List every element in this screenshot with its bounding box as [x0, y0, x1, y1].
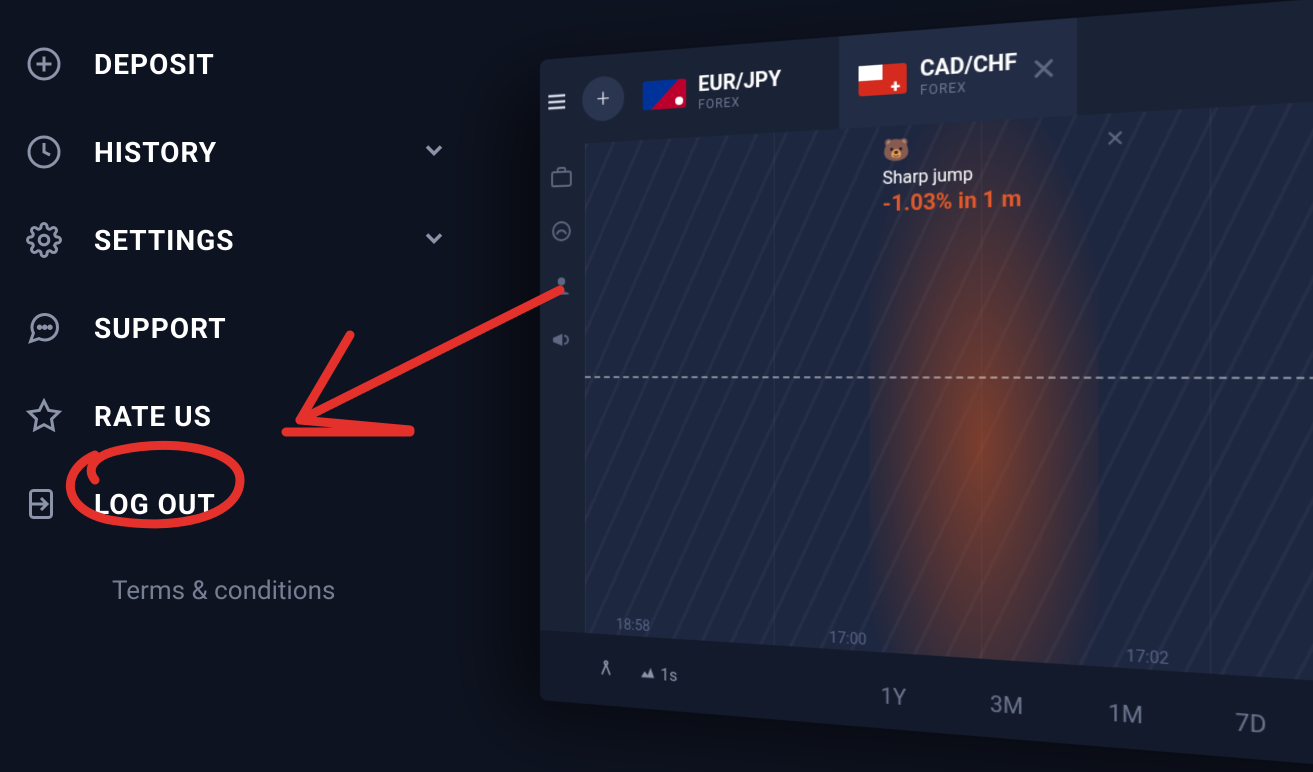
terms-link[interactable]: Terms & conditions [112, 576, 496, 606]
tab-cad-chf[interactable]: CAD/CHF FOREX ✕ [839, 18, 1077, 129]
chart-body[interactable]: ✕ 🐻 Sharp jump -1.03% in 1 m 0.77498 0.7… [585, 86, 1313, 699]
close-tab-icon[interactable]: ✕ [1023, 49, 1065, 89]
menu-item-deposit[interactable]: DEPOSIT [24, 20, 496, 108]
flag-icon [643, 79, 686, 111]
tab-eur-jpy[interactable]: EUR/JPY FOREX [625, 36, 839, 141]
profile-icon[interactable] [550, 273, 574, 300]
timeframe-3m[interactable]: 3M [949, 675, 1065, 735]
menu-item-support[interactable]: SUPPORT [24, 284, 496, 372]
chevron-down-icon [420, 136, 448, 168]
menu-label: HISTORY [94, 136, 217, 169]
alert-highlight-zone [869, 114, 1098, 666]
menu-item-settings[interactable]: SETTINGS [24, 196, 496, 284]
clock-icon [24, 132, 64, 172]
menu-item-rate-us[interactable]: RATE US [24, 372, 496, 460]
timeframe-1y[interactable]: 1Y [839, 668, 949, 726]
candle-interval[interactable]: 1s [639, 663, 678, 685]
chevron-down-icon [420, 224, 448, 256]
candle-interval-label: 1s [660, 664, 677, 685]
bear-icon: 🐻 [883, 124, 1126, 163]
analysis-icon[interactable] [550, 219, 574, 246]
menu-toggle-icon[interactable] [541, 84, 573, 120]
menu-label: SUPPORT [94, 312, 227, 345]
add-tab-button[interactable]: + [582, 75, 624, 123]
chart-grid [585, 86, 1313, 699]
logout-icon [24, 484, 64, 524]
timeframe-1m[interactable]: 1M [1065, 683, 1187, 745]
time-axis: 18:58 17:00 17:02 [585, 609, 1313, 689]
menu-item-history[interactable]: HISTORY [24, 108, 496, 196]
briefcase-icon[interactable] [550, 164, 574, 191]
menu-label: SETTINGS [94, 224, 234, 257]
menu-item-log-out[interactable]: LOG OUT [24, 460, 496, 548]
close-alert-icon[interactable]: ✕ [1105, 124, 1125, 153]
flag-icon [859, 63, 907, 97]
chart-hatch-pattern [585, 86, 1313, 699]
alert-change: -1.03% in 1 m [883, 180, 1126, 216]
plus-circle-icon [24, 44, 64, 84]
chart-icon-rail [540, 143, 585, 633]
tab-bar: + EUR/JPY FOREX CAD/CHF FOREX ✕ [540, 0, 1313, 146]
gear-icon [24, 220, 64, 260]
star-icon [24, 396, 64, 436]
chart-panel-3d: $10000 DEMO + EUR/JPY FOREX [540, 0, 1313, 744]
timeframe-7d[interactable]: 7D [1187, 692, 1313, 756]
tab-pair-category: FOREX [920, 76, 1017, 98]
tab-pair-category: FOREX [698, 91, 781, 111]
tab-pair-label: CAD/CHF [920, 50, 1017, 79]
tab-pair-label: EUR/JPY [698, 67, 781, 94]
compass-icon[interactable] [596, 657, 615, 683]
time-tick: 17:02 [1126, 648, 1169, 669]
menu-label: DEPOSIT [94, 48, 215, 81]
current-price-line [585, 376, 1313, 380]
menu-label: LOG OUT [94, 488, 216, 521]
time-tick: 18:58 [616, 617, 650, 635]
chart-window: + EUR/JPY FOREX CAD/CHF FOREX ✕ [540, 0, 1313, 772]
menu-label: RATE US [94, 400, 212, 433]
timeframe-bar: 1s 1Y 3M 1M 7D 1D 6m [540, 630, 1313, 772]
chat-icon [24, 308, 64, 348]
megaphone-icon[interactable] [550, 328, 574, 354]
price-alert: ✕ 🐻 Sharp jump -1.03% in 1 m [883, 124, 1126, 217]
alert-title: Sharp jump [883, 156, 1126, 188]
time-tick: 17:00 [829, 630, 867, 650]
main-menu: DEPOSIT HISTORY SETTINGS SUPPORT RATE US [0, 0, 520, 626]
